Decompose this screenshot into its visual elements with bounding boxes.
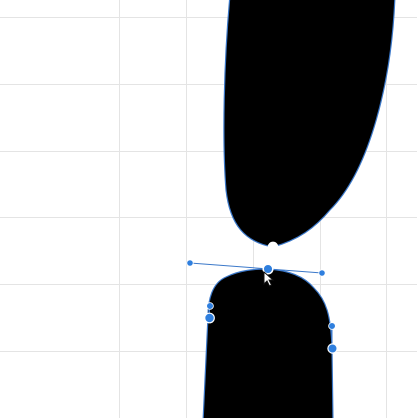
glyph-upper-contour[interactable]: [223, 0, 396, 248]
anchor-point-hollow[interactable]: [267, 241, 279, 253]
control-handle-right[interactable]: [318, 269, 326, 277]
control-handle-right-side[interactable]: [328, 322, 336, 330]
anchor-point-left[interactable]: [204, 312, 215, 324]
control-handle-left[interactable]: [186, 259, 194, 267]
glyph-editor-canvas[interactable]: [0, 0, 417, 418]
control-handle-left-side[interactable]: [206, 302, 214, 310]
anchor-point-right[interactable]: [327, 343, 338, 354]
glyph-editor-svg[interactable]: [0, 0, 417, 418]
glyph-lower-contour[interactable]: [202, 268, 334, 418]
